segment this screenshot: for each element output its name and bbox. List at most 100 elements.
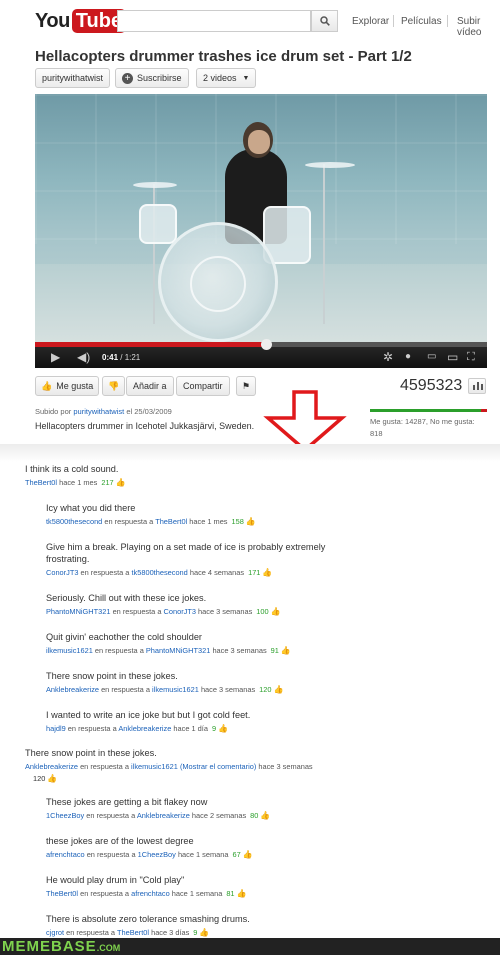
flag-button[interactable]: ⚑	[236, 376, 257, 396]
dislike-button[interactable]: 👎	[102, 376, 126, 396]
comment-author[interactable]: hajdl9	[46, 724, 66, 733]
thumbs-up-icon[interactable]: 👍	[243, 849, 253, 861]
thumbs-up-icon[interactable]: 👍	[218, 723, 228, 735]
comment-author[interactable]: tk5800thesecond	[46, 517, 102, 526]
video-description: Hellacopters drummer in Icehotel Jukkasj…	[35, 421, 255, 431]
reply-to-link[interactable]: TheBert0l	[155, 517, 187, 526]
large-player-icon[interactable]: ▭	[447, 350, 458, 364]
small-player-icon[interactable]: ▭	[427, 350, 436, 364]
add-to-button[interactable]: Añadir a	[126, 376, 174, 396]
upload-date: el 25/03/2009	[126, 407, 172, 416]
info-icon[interactable]: ●	[405, 350, 411, 364]
in-reply-to-label: en respuesta a	[112, 607, 162, 616]
comment-text: Icy what you did there	[46, 503, 136, 513]
comment-text: Seriously. Chill out with these ice joke…	[46, 593, 207, 603]
bar-chart-icon	[481, 384, 483, 390]
video-title: Hellacopters drummer trashes ice drum se…	[35, 48, 412, 65]
reply-to-link[interactable]: ilkemusic1621	[152, 685, 199, 694]
comment-author[interactable]: TheBert0l	[46, 889, 78, 898]
youtube-logo[interactable]: You Tube	[35, 8, 127, 34]
top-header: You Tube Explorar Películas Subir vídeo	[0, 0, 500, 42]
comment-author[interactable]: PhantoMNiGHT321	[46, 607, 111, 616]
comment-author[interactable]: ilkemusic1621	[46, 646, 93, 655]
drummer-face	[248, 130, 270, 154]
comment-author[interactable]: afrenchtaco	[46, 850, 85, 859]
comment-author[interactable]: TheBert0l	[25, 478, 57, 487]
subscribe-button[interactable]: + Suscribirse	[115, 68, 189, 88]
thumbs-up-icon[interactable]: 👍	[260, 810, 270, 822]
reply-to-link[interactable]: 1CheezBoy	[138, 850, 176, 859]
channel-button[interactable]: puritywithatwist	[35, 68, 111, 88]
comment-text: There snow point in these jokes.	[25, 748, 157, 758]
comment-text: these jokes are of the lowest degree	[46, 836, 194, 846]
likes-summary: Me gusta: 14287, No me gusta: 818	[370, 417, 475, 438]
comment-author[interactable]: Anklebreakerize	[46, 685, 99, 694]
reply-to-link[interactable]: PhantoMNiGHT321	[146, 646, 211, 655]
comment-score: 81	[226, 889, 235, 898]
memebase-watermark[interactable]: MEMEBASE.COM	[2, 938, 120, 955]
thumbs-up-icon[interactable]: 👍	[274, 684, 284, 696]
reply-to-link[interactable]: TheBert0l	[117, 928, 149, 937]
comment-score: 9	[193, 928, 198, 937]
share-label: Compartir	[183, 381, 223, 391]
nav-explore[interactable]: Explorar	[352, 16, 389, 27]
upload-prefix: Subido por	[35, 407, 72, 416]
thumbs-up-icon[interactable]: 👍	[237, 888, 247, 900]
comment-meta: afrenchtaco en respuesta a 1CheezBoy hac…	[46, 849, 446, 861]
comment: These jokes are getting a bit flakey now…	[46, 796, 446, 822]
volume-icon[interactable]: ◀)	[77, 350, 90, 364]
reply-to-link[interactable]: ConorJT3	[164, 607, 196, 616]
comment-time: hace 2 semanas	[191, 811, 247, 820]
in-reply-to-label: en respuesta a	[101, 685, 150, 694]
comment-author[interactable]: Anklebreakerize	[25, 762, 78, 771]
show-comment-link[interactable]: (Mostrar el comentario)	[180, 762, 256, 771]
uploader-link[interactable]: puritywithatwist	[73, 407, 124, 416]
comment-meta: hajdl9 en respuesta a Anklebreakerize ha…	[46, 723, 446, 735]
thumbs-up-icon[interactable]: 👍	[47, 773, 57, 785]
upload-info: Subido por puritywithatwist el 25/03/200…	[35, 407, 172, 416]
comment-author[interactable]: 1CheezBoy	[46, 811, 84, 820]
comment-time: hace 1 semana	[171, 889, 223, 898]
comment-score: 80	[250, 811, 259, 820]
in-reply-to-label: en respuesta a	[66, 928, 116, 937]
thumbs-up-icon[interactable]: 👍	[116, 477, 126, 489]
search-input[interactable]	[117, 10, 311, 32]
reply-to-link[interactable]: afrenchtaco	[131, 889, 170, 898]
reply-to-link[interactable]: ilkemusic1621	[131, 762, 178, 771]
video-frame	[35, 94, 487, 342]
reply-to-link[interactable]: tk5800thesecond	[131, 568, 187, 577]
comment-text: Quit givin' eachother the cold shoulder	[46, 632, 202, 642]
thumbs-up-icon[interactable]: 👍	[262, 567, 272, 579]
videos-dropdown[interactable]: 2 videos ▼	[196, 68, 257, 88]
reply-to-link[interactable]: Anklebreakerize	[137, 811, 190, 820]
nav-movies[interactable]: Películas	[401, 16, 442, 27]
nav-divider	[393, 15, 394, 27]
search-button[interactable]	[311, 10, 338, 32]
thumbs-up-icon[interactable]: 👍	[271, 606, 281, 618]
thumbs-up-icon: 👍	[41, 380, 53, 391]
comment-author[interactable]: ConorJT3	[46, 568, 78, 577]
like-button[interactable]: 👍 Me gusta	[35, 376, 100, 396]
thumbs-down-icon: 👎	[108, 380, 120, 391]
bar-chart-icon	[477, 382, 479, 390]
thumbs-up-icon[interactable]: 👍	[246, 516, 256, 528]
nav-upload[interactable]: Subir vídeo	[457, 16, 500, 38]
gear-icon[interactable]: ✲	[383, 350, 393, 364]
comment-author[interactable]: cjgrot	[46, 928, 64, 937]
thumbs-up-icon[interactable]: 👍	[281, 645, 291, 657]
video-player[interactable]: ▶ ◀) 0:41 / 1:21 ✲ ● ▭ ▭ ⛶	[35, 94, 487, 368]
view-count: 4595323	[400, 377, 463, 394]
fullscreen-icon[interactable]: ⛶	[467, 350, 475, 364]
stats-button[interactable]	[468, 378, 486, 394]
comment-text: There snow point in these jokes.	[46, 671, 178, 681]
comment-meta: Anklebreakerize en respuesta a ilkemusic…	[46, 684, 446, 696]
comment-score: 158	[231, 517, 244, 526]
progress-handle[interactable]	[260, 339, 272, 350]
share-button[interactable]: Compartir	[176, 376, 230, 396]
comment-text: I think its a cold sound.	[25, 464, 119, 474]
play-icon[interactable]: ▶	[51, 350, 60, 364]
search-icon	[319, 16, 330, 26]
reply-to-link[interactable]: Anklebreakerize	[118, 724, 171, 733]
comment-meta: TheBert0l hace 1 mes 217 👍	[25, 477, 425, 489]
like-ratio-fill	[370, 409, 481, 412]
